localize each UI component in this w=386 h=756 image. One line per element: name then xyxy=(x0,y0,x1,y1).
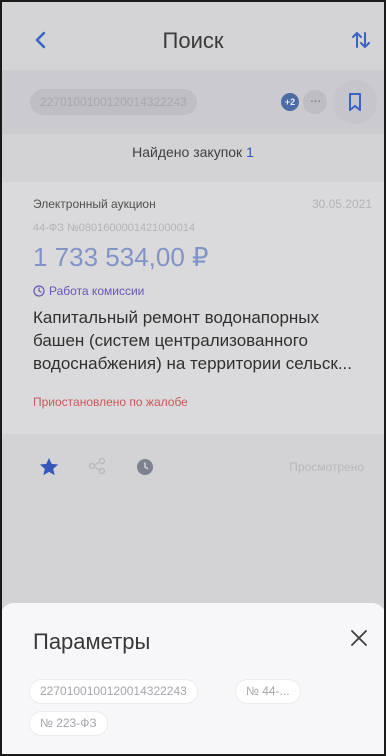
sheet-title: Параметры xyxy=(33,629,151,654)
history-icon[interactable] xyxy=(136,458,154,476)
procurement-date: 30.05.2021 xyxy=(311,197,372,211)
status-badge: Работа комиссии xyxy=(33,284,144,298)
close-icon[interactable] xyxy=(348,627,370,649)
parameter-chip[interactable]: 227010010012001432224​3 xyxy=(29,679,198,704)
parameter-chip[interactable]: № 223-ФЗ xyxy=(29,711,108,736)
warning-label: Приостановлено по жалобе xyxy=(33,395,188,409)
parameters-sheet: Параметры 227010010012001432224​3 № 44-.… xyxy=(0,603,386,756)
share-icon[interactable] xyxy=(88,457,106,475)
procurement-type: Электронный аукцион xyxy=(33,197,156,211)
procurement-title: Капитальный ремонт водонапорных башен (с… xyxy=(33,308,352,373)
extra-filters-badge[interactable]: +2 xyxy=(281,93,299,111)
parameter-chip[interactable]: № 44-... xyxy=(235,679,301,704)
procurement-card[interactable]: Электронный аукцион 30.05.2021 44-ФЗ №08… xyxy=(0,182,386,434)
filter-bar: 22701001001200143222​43 +2 ··· xyxy=(0,70,386,134)
found-count: 1 xyxy=(246,144,254,160)
bookmark-icon xyxy=(349,93,361,111)
card-actions: Просмотрено xyxy=(0,434,386,498)
procurement-price: 1 733 534,00 ₽ xyxy=(33,242,209,272)
results-count: Найдено закупок 1 xyxy=(0,134,386,174)
status-label: Работа комиссии xyxy=(49,284,145,298)
bookmark-button[interactable] xyxy=(333,80,377,124)
app-header: Поиск xyxy=(0,0,386,80)
viewed-label: Просмотрено xyxy=(289,460,364,474)
query-chip[interactable]: 22701001001200143222​43 xyxy=(30,89,197,115)
sort-icon[interactable] xyxy=(350,28,372,52)
page-title: Поиск xyxy=(162,28,224,53)
more-button[interactable]: ··· xyxy=(303,90,327,114)
procurement-number: 44-ФЗ №0801600001421000014 xyxy=(33,222,195,234)
found-label: Найдено закупок xyxy=(132,144,243,160)
clock-icon xyxy=(33,285,45,297)
star-icon[interactable] xyxy=(38,456,60,478)
